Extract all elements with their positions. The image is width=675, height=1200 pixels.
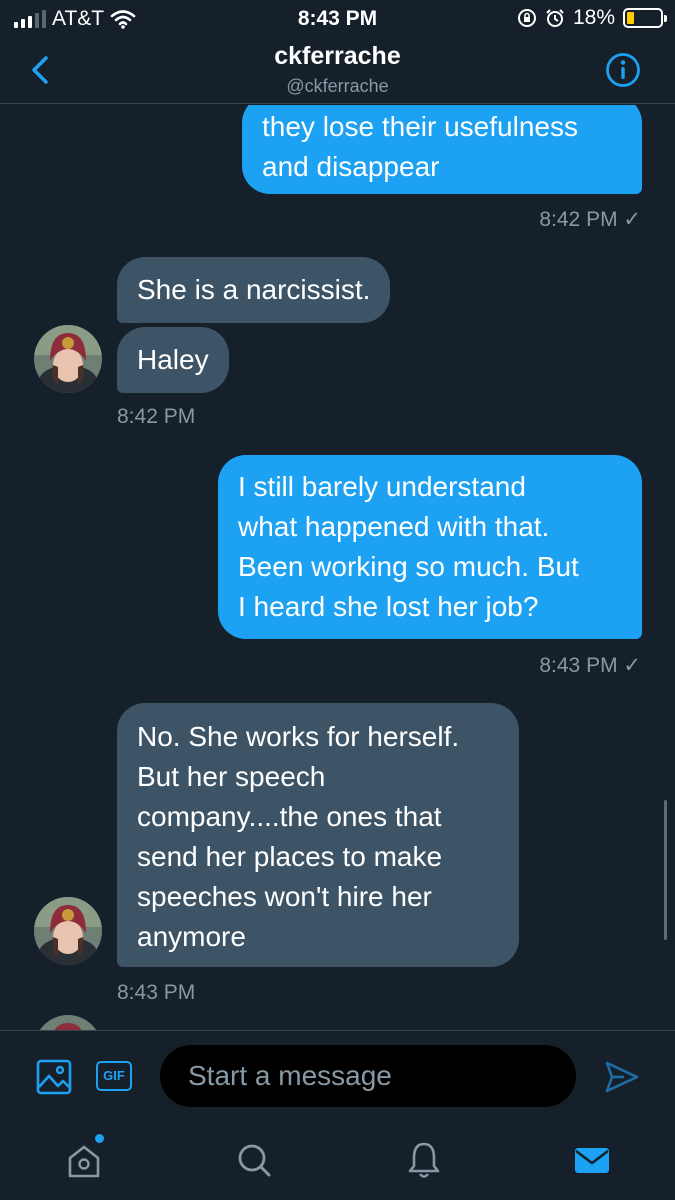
incoming-message[interactable]: She is a narcissist. [117, 257, 391, 323]
outgoing-message[interactable]: I still barely understand what happened … [218, 455, 642, 639]
send-icon[interactable] [604, 1059, 640, 1095]
message-timestamp: 8:42 PM [117, 405, 196, 428]
message-line: and disappear [262, 151, 440, 182]
message-timestamp: 8:42 PM ✓ [539, 208, 641, 231]
alarm-icon [546, 9, 564, 27]
avatar-image [34, 325, 102, 393]
message-line: But her speech [137, 761, 326, 792]
image-icon[interactable] [36, 1059, 72, 1095]
contact-handle: @ckferrache [286, 76, 389, 96]
battery-percent: 18% [572, 6, 615, 29]
info-icon[interactable] [605, 52, 641, 88]
message-input[interactable] [160, 1045, 576, 1107]
incoming-message[interactable]: No. She works for herself. But her speec… [117, 703, 519, 967]
mail-icon[interactable] [572, 1138, 612, 1182]
message-line: I still barely understand [238, 471, 526, 502]
orientation-lock-icon [517, 9, 536, 27]
avatar[interactable] [34, 897, 102, 965]
message-line: they lose their usefulness [262, 111, 578, 142]
message-timestamp: 8:43 PM ✓ [539, 654, 641, 677]
search-icon[interactable] [234, 1138, 274, 1182]
message-line: I heard she lost her job? [238, 591, 539, 622]
message-line: speeches won't hire her [137, 881, 432, 912]
avatar[interactable] [34, 325, 102, 393]
avatar-image [34, 897, 102, 965]
contact-name[interactable]: ckferrache [0, 42, 675, 71]
gif-button[interactable]: GIF [96, 1061, 132, 1091]
message-line: send her places to make [137, 841, 443, 872]
avatar[interactable] [34, 1015, 102, 1030]
message-line: company....the ones that [137, 801, 442, 832]
tab-bar [0, 1120, 675, 1200]
message-line: No. She works for herself. [137, 721, 460, 752]
message-line: Been working so much. But [238, 551, 579, 582]
message-list[interactable]: they lose their usefulness and disappear… [0, 105, 675, 1030]
avatar-image [34, 1015, 102, 1030]
scrollbar[interactable] [664, 800, 667, 940]
message-line: anymore [137, 921, 246, 952]
incoming-message[interactable]: Haley [117, 327, 229, 393]
home-icon[interactable] [64, 1138, 104, 1182]
message-timestamp: 8:43 PM [117, 981, 196, 1004]
notification-dot [95, 1134, 104, 1143]
conversation-header: ckferrache @ckferrache [0, 38, 675, 104]
status-bar: AT&T 8:43 PM 18% [0, 0, 675, 38]
outgoing-message[interactable]: they lose their usefulness and disappear [242, 105, 642, 194]
status-right: 18% [517, 6, 667, 30]
message-composer: GIF [0, 1030, 675, 1120]
battery-icon [623, 8, 667, 28]
message-line: what happened with that. [238, 511, 550, 542]
bell-icon[interactable] [404, 1138, 444, 1182]
